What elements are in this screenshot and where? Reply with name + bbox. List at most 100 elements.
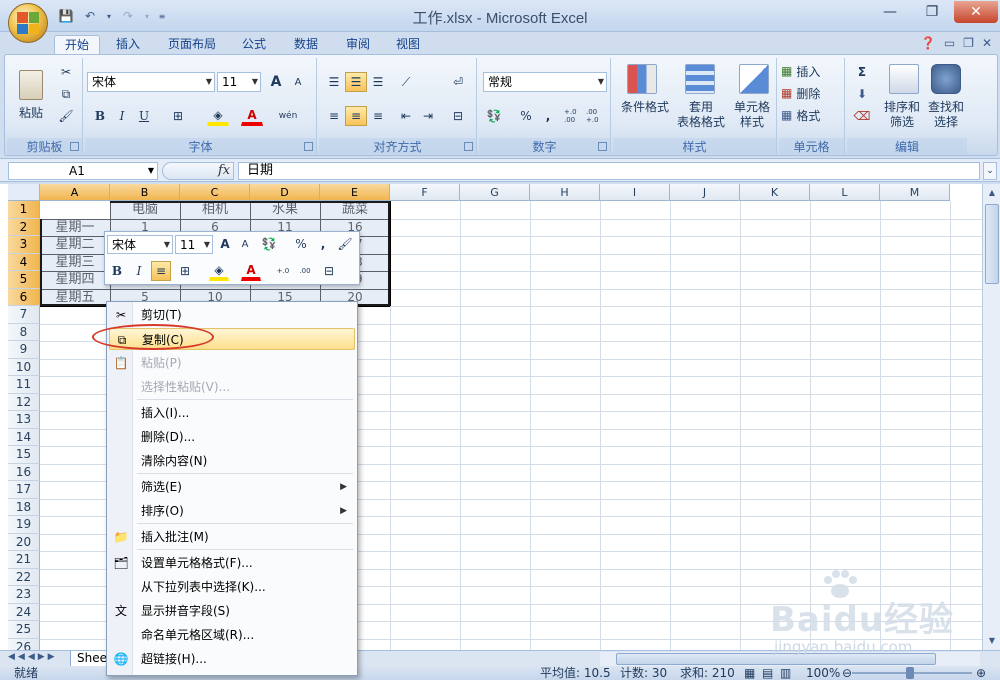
tab-page-layout[interactable]: 页面布局 [160,35,224,55]
font-launcher-icon[interactable] [304,142,313,151]
mini-bold-button[interactable]: B [107,261,127,281]
select-all-corner[interactable] [8,184,40,201]
font-name-combo[interactable]: 宋体 ▼ [87,72,215,92]
row-header[interactable]: 25 [8,621,40,639]
cell-styles-button[interactable]: 单元格 样式 [727,100,777,130]
border-icon[interactable]: ⊞ [167,106,189,126]
delete-cells-button[interactable]: ▦ 删除 [781,84,843,102]
row-header[interactable]: 16 [8,463,40,481]
decrease-decimal-button[interactable]: .00 +.0 [585,106,607,126]
row-header[interactable]: 6 [8,288,40,306]
row-header[interactable]: 26 [8,638,40,650]
row-header[interactable]: 1 [8,201,40,219]
context-menu-item[interactable]: 文显示拼音字段(S) [109,600,355,622]
vertical-scroll-thumb[interactable] [985,204,999,284]
tab-formulas[interactable]: 公式 [234,35,274,55]
page-break-view-icon[interactable]: ▥ [780,666,791,680]
clear-icon[interactable]: ⌫ [851,106,873,126]
zoom-out-icon[interactable]: ⊖ [842,666,852,680]
fill-icon[interactable]: ⬇ [851,84,873,104]
percent-button[interactable]: % [515,106,537,126]
office-button[interactable] [8,3,48,43]
column-header[interactable]: D [250,184,320,201]
close-button[interactable]: ✕ [954,1,998,23]
row-header[interactable]: 10 [8,358,40,376]
restore-workbook-icon[interactable]: ▭ [944,36,955,50]
context-menu-item[interactable]: 📁 插入批注(M) [109,526,355,548]
clipboard-launcher-icon[interactable] [70,142,79,151]
zoom-level[interactable]: 100% [806,666,840,680]
column-header[interactable]: F [390,184,460,201]
column-header[interactable]: K [740,184,810,201]
minimize-button[interactable]: — [870,1,910,23]
horizontal-scrollbar[interactable] [600,652,980,666]
underline-button[interactable]: U [133,106,155,126]
align-right-icon[interactable]: ≡ [367,106,389,126]
comma-button[interactable]: , [537,106,559,126]
context-menu-item[interactable]: 🌐 超链接(H)... [109,648,355,670]
orientation-icon[interactable]: ⟋ [395,72,417,92]
mini-fill-color-icon[interactable]: ◈ [209,261,229,281]
column-header[interactable]: C [180,184,250,201]
row-header[interactable]: 19 [8,516,40,534]
mini-shrink-font-icon[interactable]: A [235,234,255,254]
row-header[interactable]: 24 [8,603,40,621]
row-header[interactable]: 2 [8,218,40,236]
number-format-combo[interactable]: 常规 ▼ [483,72,607,92]
zoom-in-icon[interactable]: ⊕ [976,666,986,680]
tab-review[interactable]: 审阅 [338,35,378,55]
mini-comma-button[interactable]: , [313,234,333,254]
workbook-restore-icon[interactable]: ❐ [963,36,974,50]
help-icon[interactable]: ❓ [921,36,936,50]
mini-size-combo[interactable]: 11 ▼ [175,235,213,254]
mini-accounting-icon[interactable]: 💱 [259,234,279,254]
row-header[interactable]: 15 [8,446,40,464]
row-header[interactable]: 7 [8,306,40,324]
accounting-format-icon[interactable]: 💱 [483,106,505,126]
maximize-button[interactable]: ❐ [912,1,952,23]
number-launcher-icon[interactable] [598,142,607,151]
grow-font-button[interactable]: A [265,72,287,92]
row-header[interactable]: 9 [8,341,40,359]
normal-view-icon[interactable]: ▦ [744,666,755,680]
close-workbook-icon[interactable]: ✕ [982,36,992,50]
align-center-icon[interactable]: ≡ [345,106,367,126]
row-header[interactable]: 21 [8,551,40,569]
mini-format-painter-icon[interactable]: 🖌 [335,234,355,254]
mini-italic-button[interactable]: I [129,261,149,281]
sort-filter-button[interactable]: 排序和 筛选 [877,100,927,130]
align-left-icon[interactable]: ≡ [323,106,345,126]
zoom-slider-knob[interactable] [906,667,914,679]
shrink-font-button[interactable]: A [287,72,309,92]
context-menu-item[interactable]: 选择性粘贴(V)... [109,376,355,398]
align-top-icon[interactable]: ☰ [323,72,345,92]
align-bottom-icon[interactable]: ☰ [367,72,389,92]
find-select-button[interactable]: 查找和 选择 [921,100,971,130]
row-header[interactable]: 3 [8,236,40,254]
column-header[interactable]: L [810,184,880,201]
tab-home[interactable]: 开始 [54,35,100,55]
column-header[interactable]: M [880,184,950,201]
column-header[interactable]: A [40,184,110,201]
row-header[interactable]: 17 [8,481,40,499]
context-menu-item[interactable]: 命名单元格区域(R)... [109,624,355,646]
context-menu-item[interactable]: 删除(D)... [109,426,355,448]
merge-center-icon[interactable]: ⊟ [447,106,469,126]
horizontal-scroll-thumb[interactable] [616,653,936,665]
context-menu-item[interactable]: 插入(I)... [109,402,355,424]
format-cells-button[interactable]: ▦ 格式 [781,106,843,124]
expand-formula-icon[interactable]: ⌄ [983,162,997,180]
row-header[interactable]: 12 [8,393,40,411]
context-menu-item[interactable]: ⧉ 复制(C) [109,328,355,350]
mini-percent-button[interactable]: % [291,234,311,254]
context-menu-item[interactable]: 从下拉列表中选择(K)... [109,576,355,598]
page-layout-view-icon[interactable]: ▤ [762,666,773,680]
mini-center-icon[interactable]: ≡ [151,261,171,281]
column-header[interactable]: B [110,184,180,201]
phonetic-button[interactable]: wén [277,106,299,126]
column-header[interactable]: G [460,184,530,201]
mini-increase-decimal-icon[interactable]: +.0 [273,261,293,281]
formula-input[interactable]: 日期 [238,162,980,180]
sheet-nav-arrows-icon[interactable]: ◀◀◀▶▶ [8,652,58,662]
align-middle-icon[interactable]: ☰ [345,72,367,92]
